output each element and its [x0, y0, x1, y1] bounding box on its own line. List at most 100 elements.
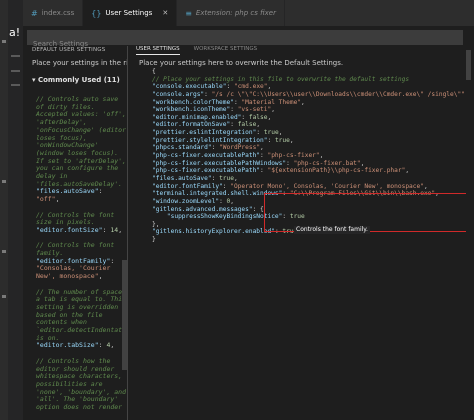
colon: : [230, 106, 238, 114]
setting-key: "prettier.eslintIntegration" [152, 129, 257, 137]
comma: , [278, 129, 283, 137]
comma: , [110, 341, 115, 350]
setting-key: "window.zoomLevel" [152, 197, 220, 205]
default-settings-pane: DEFAULT USER SETTINGS Place your setting… [23, 46, 127, 420]
comment: // Place your settings in this file to o… [152, 75, 410, 83]
file-type-icon: # [31, 8, 38, 18]
pane-divider[interactable] [127, 46, 128, 420]
comma: , [260, 144, 264, 152]
colon: : [241, 113, 249, 121]
brace: }, [152, 220, 160, 228]
settings-scope-tab[interactable]: USER SETTINGS [136, 46, 180, 55]
tab-0[interactable]: # index.css [23, 0, 84, 26]
activity-marker[interactable] [2, 40, 6, 43]
code-line: "console.executable": "cmd.exe", [152, 83, 462, 91]
code-line: "workbench.colorTheme": "Material Theme"… [152, 99, 462, 107]
comma: , [271, 106, 275, 114]
brace: } [152, 236, 156, 244]
comment: // Controls the font size in pixels. [36, 210, 119, 227]
group-title-label: Commonly Used (11) [37, 76, 120, 84]
comma: , [55, 195, 60, 204]
setting-key: "phpcs.standard" [152, 144, 212, 152]
setting-key: "php-cs-fixer.executablePath" [152, 167, 261, 175]
tab-1[interactable]: {} User Settings ✕ [83, 0, 178, 26]
activity-marker[interactable] [2, 250, 6, 253]
colon: : [211, 174, 220, 182]
activity-marker[interactable] [2, 180, 6, 183]
setting-key: "prettier.stylelintIntegration" [152, 136, 268, 144]
code-line: // Controls how the editor should render… [36, 356, 127, 412]
colon: : [226, 83, 234, 91]
setting-key: "gitlens.historyExplorer.enabled" [152, 228, 275, 236]
setting-key: "workbench.iconTheme" [152, 106, 231, 114]
code-line: // Controls auto save of dirty files. Ac… [36, 95, 127, 188]
setting-value: false [248, 113, 268, 121]
explorer-item[interactable] [11, 55, 20, 57]
setting-value: "cmd.exe" [233, 83, 268, 91]
setting-key: "suppressShowKeyBindingsNotice" [152, 213, 283, 221]
comma: , [289, 136, 294, 144]
user-settings-pane: USER SETTINGS WORKSPACE SETTINGS Place yo… [130, 46, 466, 420]
colon: : [98, 187, 107, 196]
explorer-title: a! [9, 26, 21, 39]
setting-value: "WordPress" [219, 144, 261, 152]
settings-scope-tabs: USER SETTINGS WORKSPACE SETTINGS [136, 46, 257, 55]
colon: : [211, 144, 220, 152]
colon: : [286, 159, 294, 167]
code-line: "editor.fontFamily": "Operator Mono', Co… [152, 183, 462, 191]
comment: // The number of spaces a tab is equal t… [36, 287, 127, 342]
setting-key: "console.args" [152, 90, 205, 98]
code-line: "php-cs-fixer.executablePath": "php-cs-f… [152, 152, 462, 160]
file-type-icon: ≡ [185, 8, 192, 18]
code-line: "prettier.eslintIntegration": true, [152, 129, 462, 137]
setting-value: "Material Theme" [241, 98, 302, 106]
default-settings-code: // Controls auto save of dirty files. Ac… [36, 95, 127, 412]
file-type-icon: {} [91, 8, 102, 18]
comma: , [230, 197, 234, 205]
code-line: { [152, 68, 462, 76]
activity-marker[interactable] [2, 295, 6, 298]
explorer-item[interactable] [11, 84, 20, 86]
code-line: "php-cs-fixer.executablePath": "${extens… [152, 167, 462, 175]
explorer-sidebar: a! [8, 0, 23, 420]
code-line: "phpcs.standard": "WordPress", [152, 144, 462, 152]
code-line: // Place your settings in this file to o… [152, 76, 462, 84]
code-line: // Controls the font size in pixels. [36, 210, 127, 227]
comma: , [423, 182, 428, 190]
code-line: "editor.fontSize": 14, [36, 225, 127, 235]
code-line: // The number of spaces a tab is equal t… [36, 287, 127, 343]
colon: : [230, 121, 238, 129]
setting-key: "editor.fontFamily" [152, 182, 223, 190]
close-icon[interactable]: ✕ [162, 9, 168, 17]
tab-2[interactable]: ≡ Extension: php cs fixer [177, 0, 285, 26]
comma: , [233, 174, 238, 182]
setting-value: true [219, 174, 234, 182]
code-line: // Controls the font family. [36, 242, 127, 257]
tab-label: User Settings [105, 9, 153, 17]
setting-key: "editor.minimap.enabled" [152, 113, 242, 121]
commonly-used-group[interactable]: ▾ Commonly Used (11) [32, 76, 120, 84]
setting-value: "${extensionPath}\\php-cs-fixer.phar" [267, 167, 406, 175]
code-line: "workbench.iconTheme": "vs-seti", [152, 106, 462, 114]
setting-key: "workbench.colorTheme" [152, 98, 234, 106]
comment: // Controls auto save of dirty files. Ac… [36, 95, 127, 188]
setting-value: 14 [110, 225, 119, 234]
setting-key: "php-cs-fixer.executablePath" [152, 152, 261, 160]
comma: , [256, 121, 261, 129]
chevron-down-icon: ▾ [32, 76, 36, 84]
explorer-item[interactable] [11, 70, 20, 72]
comma: , [301, 98, 305, 106]
setting-key: "console.executable" [152, 83, 227, 91]
comma: , [465, 91, 466, 98]
setting-key: "gitlens.advanced.messages" [152, 205, 253, 213]
setting-value: "vs-seti" [237, 106, 272, 114]
colon: : [252, 205, 261, 213]
setting-value: "off" [36, 195, 56, 204]
comment: // Controls how the editor should render… [36, 356, 127, 412]
code-line: "editor.tabSize": 4, [36, 342, 127, 350]
user-pane-scrollbar[interactable] [466, 50, 471, 80]
settings-scope-tab[interactable]: WORKSPACE SETTINGS [194, 46, 257, 55]
setting-value: "Operator Mono', Consolas, 'Courier New'… [230, 182, 424, 190]
comma: , [267, 83, 272, 91]
activity-bar [0, 0, 8, 420]
